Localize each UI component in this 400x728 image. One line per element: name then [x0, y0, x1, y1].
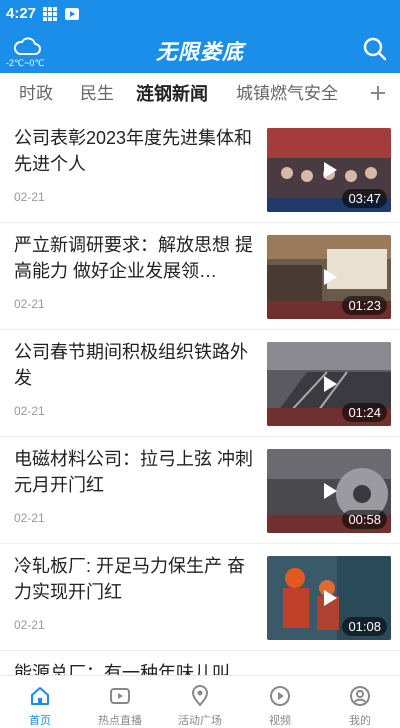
news-date: 02-21	[14, 297, 45, 311]
nav-activity[interactable]: 活动广场	[160, 676, 240, 727]
home-icon	[31, 687, 49, 705]
nav-home[interactable]: 首页	[0, 676, 80, 727]
play-icon	[324, 483, 337, 499]
nav-label: 热点直播	[98, 715, 142, 727]
video-thumbnail[interactable]: 01:23	[267, 235, 391, 319]
video-duration: 01:24	[342, 403, 387, 422]
news-date: 02-21	[14, 618, 45, 632]
news-item[interactable]: 电磁材料公司：拉弓上弦 冲刺元月开门红 02-21 00:58	[0, 436, 400, 544]
play-icon	[324, 376, 337, 392]
search-icon[interactable]	[362, 36, 388, 62]
media-notification-icon	[65, 7, 80, 20]
user-icon	[350, 686, 370, 706]
news-title: 能源总厂：有一种年味儿叫	[14, 663, 230, 675]
news-title: 公司春节期间积极组织铁路外发	[14, 342, 248, 388]
video-thumbnail[interactable]: 03:47	[267, 128, 391, 212]
news-title: 冷轧板厂: 开足马力保生产 奋力实现开门红	[14, 556, 246, 602]
play-icon	[324, 162, 337, 178]
location-pin-icon	[191, 685, 209, 707]
news-item[interactable]: 冷轧板厂: 开足马力保生产 奋力实现开门红 02-21 01:08	[0, 543, 400, 651]
status-time: 4:27	[6, 5, 37, 22]
grid-app-icon	[43, 6, 58, 21]
tab-livelihood[interactable]: 民生	[80, 73, 114, 115]
news-title: 公司表彰2023年度先进集体和先进个人	[14, 128, 253, 174]
video-thumbnail[interactable]: 01:24	[267, 342, 391, 426]
tab-politics[interactable]: 时政	[19, 73, 53, 115]
app-logo: 无限娄底	[156, 41, 244, 64]
news-title: 严立新调研要求：解放思想 提高能力 做好企业发展领…	[14, 235, 253, 281]
news-item[interactable]: 公司表彰2023年度先进集体和先进个人 02-21 03:47	[0, 115, 400, 223]
news-date: 02-21	[14, 511, 45, 525]
app-header: -2℃~0℃ 无限娄底	[0, 27, 400, 73]
nav-video[interactable]: 视频	[240, 676, 320, 727]
video-duration: 01:08	[342, 617, 387, 636]
status-bar: 4:27	[0, 0, 400, 27]
video-duration: 00:58	[342, 510, 387, 529]
tab-liangang-news[interactable]: 涟钢新闻	[136, 73, 208, 115]
news-item[interactable]: 公司春节期间积极组织铁路外发 02-21 01:24	[0, 329, 400, 437]
video-thumbnail[interactable]: 01:08	[267, 556, 391, 640]
nav-live[interactable]: 热点直播	[80, 676, 160, 727]
category-tabs: 时政 民生 涟钢新闻 城镇燃气安全	[0, 73, 400, 115]
news-date: 02-21	[14, 404, 45, 418]
news-date: 02-21	[14, 190, 45, 204]
video-duration: 01:23	[342, 296, 387, 315]
nav-label: 首页	[29, 715, 51, 727]
video-thumbnail[interactable]: 00:58	[267, 449, 391, 533]
news-list: 公司表彰2023年度先进集体和先进个人 02-21 03:47 严立新调研要求：…	[0, 115, 400, 675]
nav-label: 视频	[269, 715, 291, 727]
news-item[interactable]: 严立新调研要求：解放思想 提高能力 做好企业发展领… 02-21 01:23	[0, 222, 400, 330]
news-title: 电磁材料公司：拉弓上弦 冲刺元月开门红	[14, 449, 253, 495]
bottom-nav: 首页 热点直播 活动广场 视频 我的	[0, 675, 400, 727]
nav-label: 活动广场	[178, 715, 222, 727]
news-item[interactable]: 能源总厂：有一种年味儿叫	[0, 650, 400, 675]
tab-gas-safety[interactable]: 城镇燃气安全	[236, 73, 338, 115]
add-channel-icon[interactable]	[368, 83, 388, 103]
video-duration: 03:47	[342, 189, 387, 208]
video-play-icon	[270, 686, 290, 706]
nav-mine[interactable]: 我的	[320, 676, 400, 727]
live-tv-icon	[110, 688, 130, 704]
play-icon	[324, 269, 337, 285]
nav-label: 我的	[349, 715, 371, 727]
play-icon	[324, 590, 337, 606]
